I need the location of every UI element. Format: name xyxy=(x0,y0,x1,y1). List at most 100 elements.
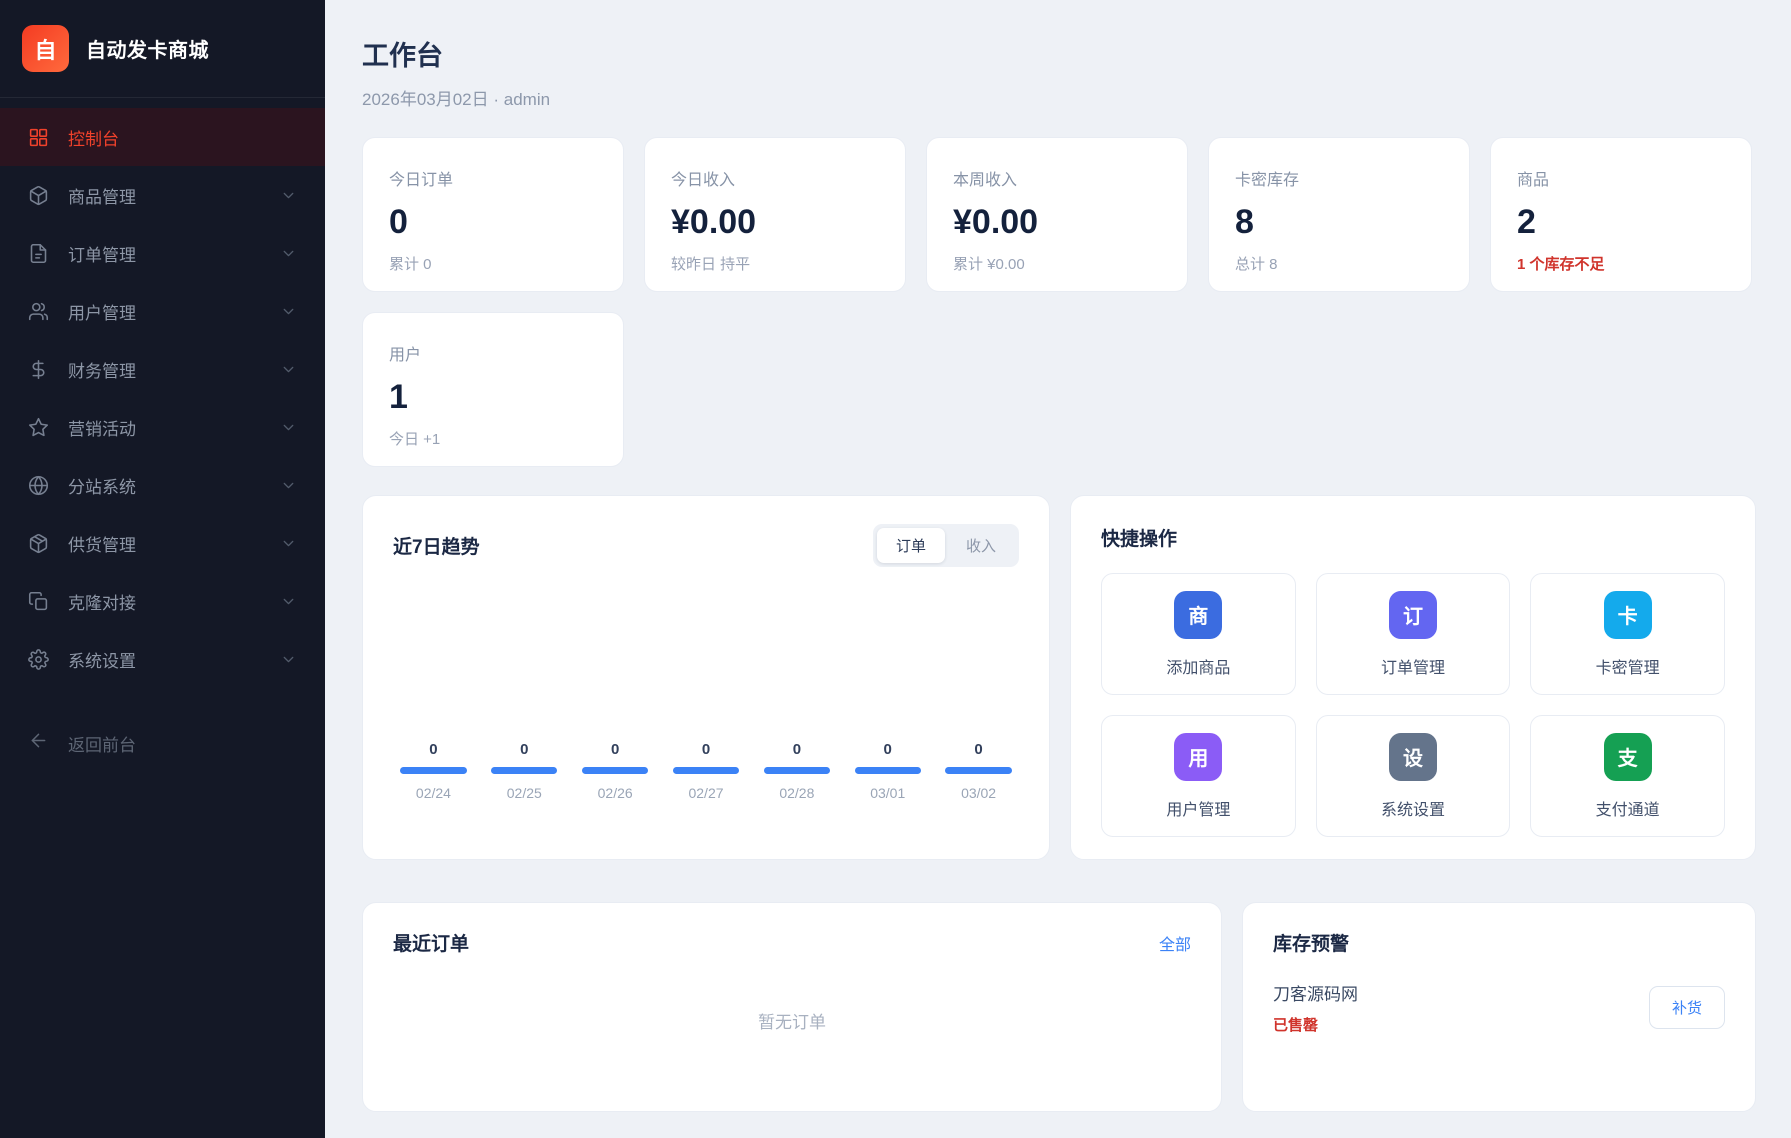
bar-value: 0 xyxy=(938,741,1019,758)
chevron-down-icon xyxy=(280,535,297,552)
dollar-icon xyxy=(28,359,49,380)
stat-sub: 累计 ¥0.00 xyxy=(953,253,1161,274)
main-content: 工作台 2026年03月02日 · admin 今日订单 0 累计 0 今日收入… xyxy=(325,0,1791,1138)
stat-value: ¥0.00 xyxy=(671,203,879,242)
back-to-frontend-label: 返回前台 xyxy=(68,731,136,756)
quick-action-tile[interactable]: 用 用户管理 xyxy=(1101,715,1296,837)
app-logo-icon: 自 xyxy=(22,25,69,72)
bottom-row: 最近订单 全部 暂无订单 库存预警 刀客源码网 已售罄 补货 xyxy=(362,902,1756,1112)
sidebar-item[interactable]: 商品管理 xyxy=(0,166,325,224)
page-title: 工作台 xyxy=(362,34,1756,73)
stat-value: 2 xyxy=(1517,203,1725,242)
bar xyxy=(764,767,830,774)
package-icon xyxy=(28,533,49,554)
cube-icon xyxy=(28,185,49,206)
trend-column: 0 02/26 xyxy=(575,741,656,801)
trend-column: 0 02/28 xyxy=(756,741,837,801)
stat-label: 今日订单 xyxy=(389,166,597,190)
stock-item-status: 已售罄 xyxy=(1273,1014,1358,1035)
sidebar-item-label: 商品管理 xyxy=(68,183,136,208)
sidebar-item-label: 克隆对接 xyxy=(68,589,136,614)
sidebar-item-label: 系统设置 xyxy=(68,647,136,672)
stat-label: 用户 xyxy=(389,341,597,365)
stock-alert-title: 库存预警 xyxy=(1273,929,1725,956)
chevron-down-icon xyxy=(280,651,297,668)
globe-icon xyxy=(28,475,49,496)
stat-label: 本周收入 xyxy=(953,166,1161,190)
bar-value: 0 xyxy=(756,741,837,758)
stat-sub: 总计 8 xyxy=(1235,253,1443,274)
stat-label: 卡密库存 xyxy=(1235,166,1443,190)
page-subtitle: 2026年03月02日 · admin xyxy=(362,85,1756,110)
trend-tab[interactable]: 订单 xyxy=(877,528,945,563)
quick-action-tile[interactable]: 商 添加商品 xyxy=(1101,573,1296,695)
stock-alert-card: 库存预警 刀客源码网 已售罄 补货 xyxy=(1242,902,1756,1112)
quick-action-tile[interactable]: 卡 卡密管理 xyxy=(1530,573,1725,695)
recent-orders-card: 最近订单 全部 暂无订单 xyxy=(362,902,1222,1112)
quick-action-label: 订单管理 xyxy=(1381,654,1445,678)
bar xyxy=(945,767,1011,774)
quick-action-icon: 支 xyxy=(1604,733,1652,781)
bar-value: 0 xyxy=(847,741,928,758)
stat-value: 8 xyxy=(1235,203,1443,242)
trend-column: 0 02/25 xyxy=(484,741,565,801)
sidebar-item-label: 控制台 xyxy=(68,125,119,150)
chevron-down-icon xyxy=(280,419,297,436)
bar-date: 02/28 xyxy=(756,785,837,801)
quick-action-tile[interactable]: 支 支付通道 xyxy=(1530,715,1725,837)
trend-chart-title: 近7日趋势 xyxy=(393,532,480,559)
stat-card: 用户 1 今日 +1 xyxy=(362,312,624,467)
quick-actions-card: 快捷操作 商 添加商品 订 订单管理 卡 卡密管理 用 用户管理 xyxy=(1070,495,1756,860)
bar-value: 0 xyxy=(393,741,474,758)
app-title: 自动发卡商城 xyxy=(86,34,209,63)
quick-action-tile[interactable]: 设 系统设置 xyxy=(1316,715,1511,837)
quick-action-label: 添加商品 xyxy=(1166,654,1230,678)
quick-action-tile[interactable]: 订 订单管理 xyxy=(1316,573,1511,695)
stat-label: 商品 xyxy=(1517,166,1725,190)
quick-action-icon: 商 xyxy=(1174,591,1222,639)
sidebar-item[interactable]: 控制台 xyxy=(0,108,325,166)
trend-tabs: 订单收入 xyxy=(873,524,1019,567)
sidebar-item[interactable]: 营销活动 xyxy=(0,398,325,456)
sidebar-nav: 控制台 商品管理 订单管理 用户管理 财务管理 营销活动 xyxy=(0,98,325,688)
sidebar-item-label: 财务管理 xyxy=(68,357,136,382)
quick-action-label: 系统设置 xyxy=(1381,796,1445,820)
sidebar-item[interactable]: 用户管理 xyxy=(0,282,325,340)
sidebar-item[interactable]: 财务管理 xyxy=(0,340,325,398)
trend-tab[interactable]: 收入 xyxy=(947,528,1015,563)
trend-column: 0 03/02 xyxy=(938,741,1019,801)
trend-column: 0 03/01 xyxy=(847,741,928,801)
bar-date: 03/02 xyxy=(938,785,1019,801)
stat-sub: 1 个库存不足 xyxy=(1517,253,1725,274)
sidebar-item[interactable]: 克隆对接 xyxy=(0,572,325,630)
app-logo-row: 自 自动发卡商城 xyxy=(0,0,325,98)
copy-icon xyxy=(28,591,49,612)
quick-action-icon: 设 xyxy=(1389,733,1437,781)
star-icon xyxy=(28,417,49,438)
orders-empty-text: 暂无订单 xyxy=(393,1008,1191,1033)
quick-actions-grid: 商 添加商品 订 订单管理 卡 卡密管理 用 用户管理 设 系统设置 xyxy=(1101,573,1725,837)
sidebar-item[interactable]: 分站系统 xyxy=(0,456,325,514)
stat-sub: 今日 +1 xyxy=(389,428,597,449)
sidebar-item[interactable]: 系统设置 xyxy=(0,630,325,688)
trend-chart-header: 近7日趋势 订单收入 xyxy=(393,524,1019,567)
recent-orders-title: 最近订单 xyxy=(393,929,469,956)
sidebar-item[interactable]: 供货管理 xyxy=(0,514,325,572)
gear-icon xyxy=(28,649,49,670)
quick-action-icon: 用 xyxy=(1174,733,1222,781)
sidebar: 自 自动发卡商城 控制台 商品管理 订单管理 用户管理 财务管理 xyxy=(0,0,325,1138)
sidebar-item-label: 营销活动 xyxy=(68,415,136,440)
bar-date: 02/26 xyxy=(575,785,656,801)
bar-date: 02/25 xyxy=(484,785,565,801)
back-to-frontend-button[interactable]: 返回前台 xyxy=(0,718,325,768)
stats-grid: 今日订单 0 累计 0 今日收入 ¥0.00 较昨日 持平 本周收入 ¥0.00… xyxy=(362,137,1756,467)
stock-item-name: 刀客源码网 xyxy=(1273,980,1358,1005)
view-all-orders-link[interactable]: 全部 xyxy=(1159,931,1191,955)
restock-button[interactable]: 补货 xyxy=(1649,986,1725,1029)
sidebar-item[interactable]: 订单管理 xyxy=(0,224,325,282)
middle-row: 近7日趋势 订单收入 0 02/24 0 02/25 0 xyxy=(362,495,1756,860)
stat-card: 商品 2 1 个库存不足 xyxy=(1490,137,1752,292)
chevron-down-icon xyxy=(280,245,297,262)
sidebar-item-label: 供货管理 xyxy=(68,531,136,556)
stat-sub: 累计 0 xyxy=(389,253,597,274)
